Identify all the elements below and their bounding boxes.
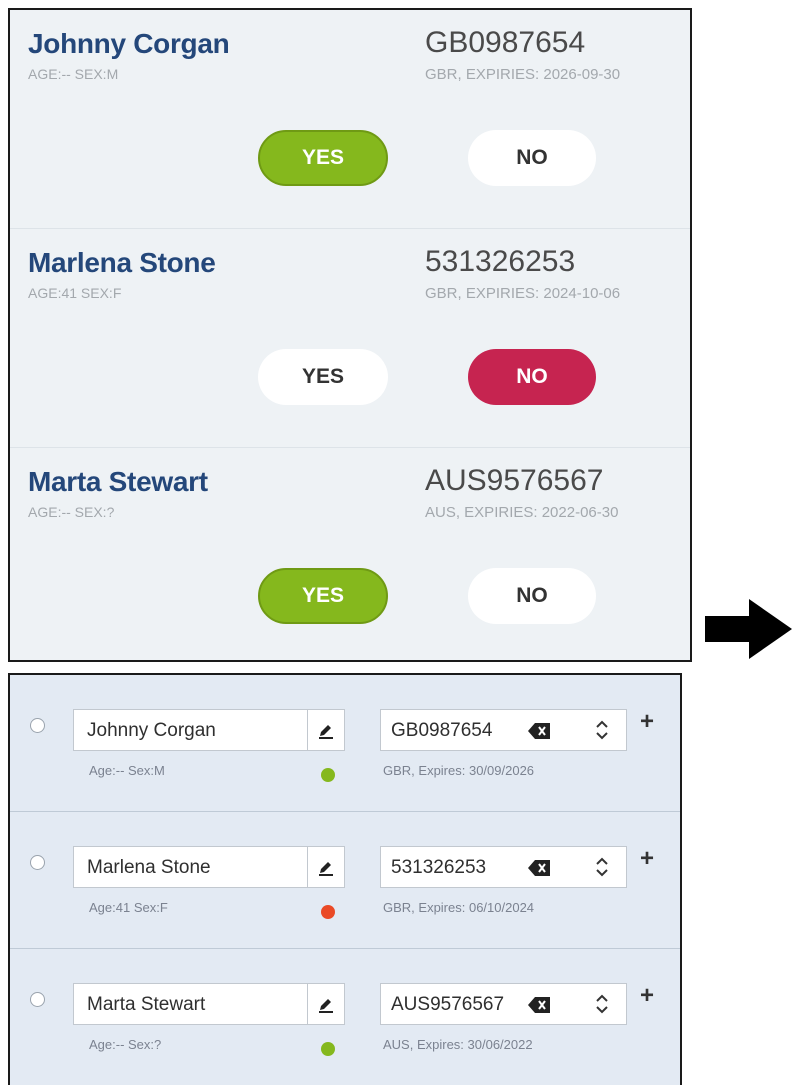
document-input-value: GB0987654 <box>391 720 493 741</box>
document-expiry: GBR, Expires: 06/10/2024 <box>383 900 535 915</box>
name-input-value: Marta Stewart <box>87 994 206 1015</box>
clear-input-icon[interactable] <box>528 723 550 739</box>
select-radio[interactable] <box>30 718 45 733</box>
edit-button[interactable] <box>307 846 345 888</box>
add-button[interactable]: + <box>640 845 654 873</box>
traveller-list-old: Johnny Corgan AGE:-- SEX:M GB0987654 GBR… <box>8 8 692 662</box>
pencil-icon <box>319 999 333 1013</box>
document-input[interactable]: 531326253 <box>380 846 627 888</box>
right-arrow-icon <box>705 599 792 659</box>
document-number: GB0987654 <box>425 26 586 59</box>
document-number: 531326253 <box>425 245 576 278</box>
traveller-age-sex: Age:-- Sex:? <box>89 1037 162 1052</box>
pencil-icon <box>319 862 333 876</box>
traveller-row: Marlena Stone Age:41 Sex:F 531326253 + G… <box>10 812 680 949</box>
clear-input-icon[interactable] <box>528 860 550 876</box>
traveller-name: Marta Stewart <box>28 466 208 497</box>
traveller-age-sex: AGE:41 SEX:F <box>28 285 122 301</box>
traveller-age-sex: AGE:-- SEX:M <box>28 66 119 82</box>
select-radio[interactable] <box>30 855 45 870</box>
spinner-icon[interactable] <box>595 718 609 742</box>
name-input[interactable]: Marta Stewart <box>73 983 307 1025</box>
traveller-list-new: Johnny Corgan Age:-- Sex:M GB0987654 + G… <box>8 673 682 1085</box>
document-expiry: GBR, EXPIRIES: 2024-10-06 <box>425 285 621 302</box>
yes-button[interactable]: YES <box>258 130 388 186</box>
document-number: AUS9576567 <box>425 464 604 497</box>
select-radio[interactable] <box>30 992 45 1007</box>
document-input[interactable]: GB0987654 <box>380 709 627 751</box>
document-expiry: GBR, EXPIRIES: 2026-09-30 <box>425 66 621 83</box>
pencil-icon <box>319 725 333 739</box>
edit-button[interactable] <box>307 983 345 1025</box>
document-expiry: AUS, EXPIRIES: 2022-06-30 <box>425 504 619 521</box>
yes-button[interactable]: YES <box>258 349 388 405</box>
traveller-age-sex: Age:-- Sex:M <box>89 763 165 778</box>
status-dot-icon <box>321 1042 335 1056</box>
traveller-row: Marta Stewart Age:-- Sex:? AUS9576567 + … <box>10 949 680 1085</box>
add-button[interactable]: + <box>640 708 654 736</box>
traveller-row: Marta Stewart AGE:-- SEX:? AUS9576567 AU… <box>10 448 690 660</box>
status-dot-icon <box>321 905 335 919</box>
traveller-age-sex: Age:41 Sex:F <box>89 900 168 915</box>
name-input[interactable]: Johnny Corgan <box>73 709 307 751</box>
traveller-age-sex: AGE:-- SEX:? <box>28 504 115 520</box>
name-input[interactable]: Marlena Stone <box>73 846 307 888</box>
spinner-icon[interactable] <box>595 855 609 879</box>
traveller-name: Johnny Corgan <box>28 28 230 59</box>
yes-button[interactable]: YES <box>258 568 388 624</box>
traveller-row: Marlena Stone AGE:41 SEX:F 531326253 GBR… <box>10 229 690 448</box>
document-expiry: AUS, Expires: 30/06/2022 <box>383 1037 533 1052</box>
no-button[interactable]: NO <box>468 349 596 405</box>
status-dot-icon <box>321 768 335 782</box>
traveller-name: Marlena Stone <box>28 247 216 278</box>
clear-input-icon[interactable] <box>528 997 550 1013</box>
spinner-icon[interactable] <box>595 992 609 1016</box>
document-input-value: 531326253 <box>391 857 487 878</box>
edit-button[interactable] <box>307 709 345 751</box>
document-input-value: AUS9576567 <box>391 994 505 1015</box>
add-button[interactable]: + <box>640 982 654 1010</box>
name-input-value: Marlena Stone <box>87 857 211 878</box>
name-input-value: Johnny Corgan <box>87 720 216 741</box>
no-button[interactable]: NO <box>468 130 596 186</box>
traveller-row: Johnny Corgan AGE:-- SEX:M GB0987654 GBR… <box>10 10 690 229</box>
traveller-row: Johnny Corgan Age:-- Sex:M GB0987654 + G… <box>10 675 680 812</box>
document-input[interactable]: AUS9576567 <box>380 983 627 1025</box>
no-button[interactable]: NO <box>468 568 596 624</box>
document-expiry: GBR, Expires: 30/09/2026 <box>383 763 535 778</box>
